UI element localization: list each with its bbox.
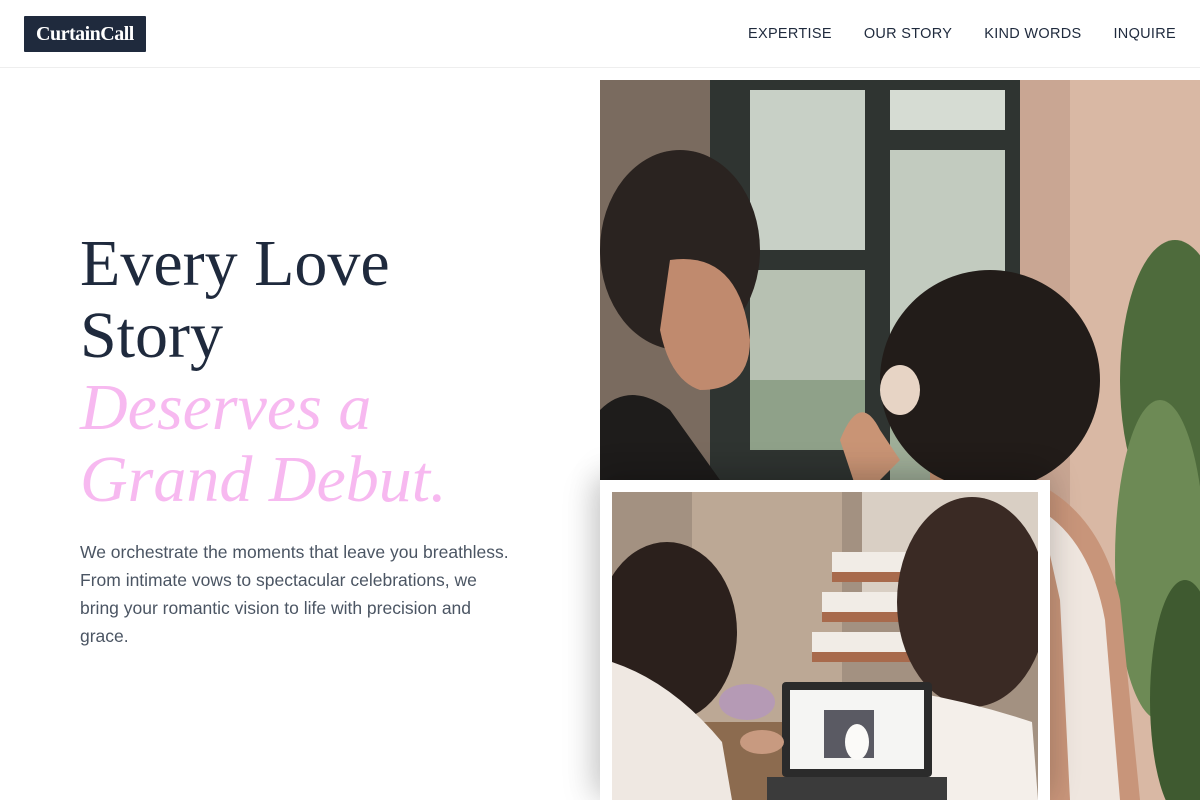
- nav-link-kind-words[interactable]: KIND WORDS: [984, 24, 1081, 44]
- hero-title-accent-line-1: Deserves a: [80, 371, 372, 444]
- brand-logo[interactable]: CurtainCall: [24, 16, 146, 52]
- top-navigation: CurtainCall EXPERTISE OUR STORY KIND WOR…: [0, 0, 1200, 68]
- nav-link-our-story[interactable]: OUR STORY: [864, 24, 952, 44]
- hero-title-line-2: Story: [80, 299, 224, 372]
- inset-photo-planning: [612, 492, 1038, 800]
- nav-link-inquire[interactable]: INQUIRE: [1113, 24, 1176, 44]
- hero-title-accent-line-2: Grand Debut.: [80, 443, 447, 516]
- inset-photo-illustration: [612, 492, 1038, 800]
- nav-link-expertise[interactable]: EXPERTISE: [748, 24, 832, 44]
- hero-description: We orchestrate the moments that leave yo…: [80, 542, 509, 646]
- hero-title: Every Love Story Deserves a Grand Debut.: [80, 228, 560, 516]
- inset-photo-frame: [600, 480, 1050, 800]
- nav-links: EXPERTISE OUR STORY KIND WORDS INQUIRE: [748, 24, 1176, 44]
- hero-title-line-1: Every Love: [80, 227, 390, 300]
